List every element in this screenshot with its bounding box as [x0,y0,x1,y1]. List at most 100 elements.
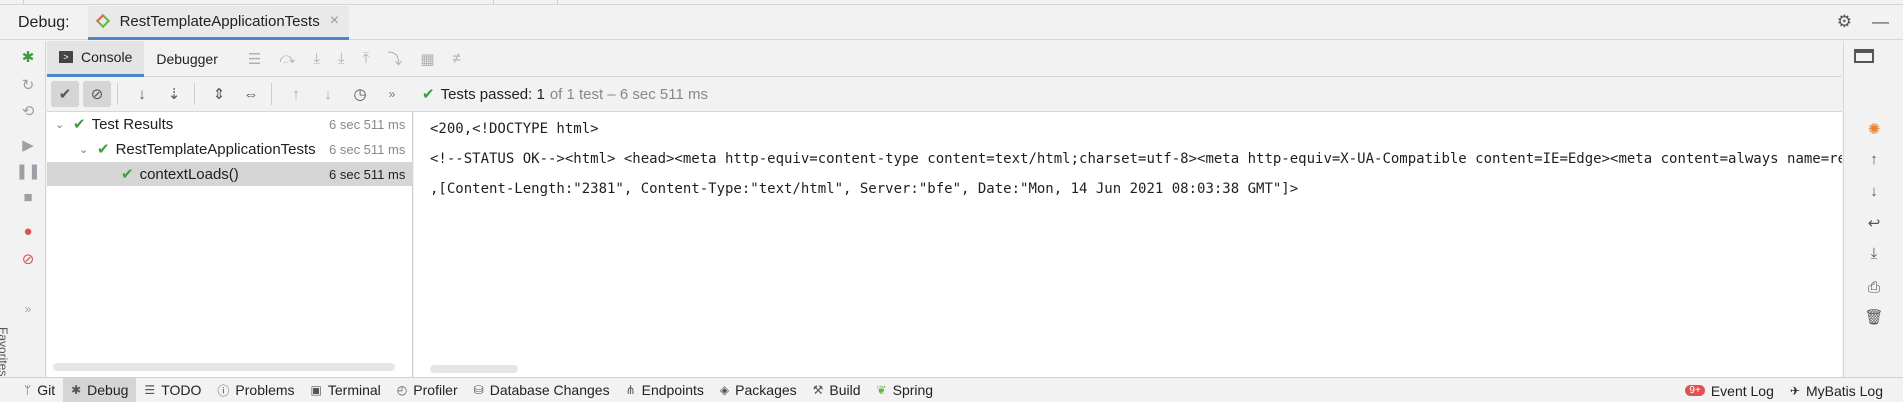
bottom-item-label: Database Changes [489,382,610,398]
step-into-icon[interactable]: ⤓ [313,50,320,67]
show-passed-icon[interactable]: ✔ [51,81,79,107]
tree-row-name: RestTemplateApplicationTests [115,140,316,158]
separator [194,83,195,105]
debug-subtabs: > Console Debugger ☰ ⤼ ⤓ ⤓ ⤒ ⤵ ▦ ≠ [47,40,1842,77]
run-to-cursor-icon[interactable]: ⤵ [387,48,402,69]
console-icon: > [59,51,73,63]
soft-wrap-icon[interactable]: ↩ [1864,213,1884,233]
bottom-item-label: MyBatis Log [1805,382,1883,399]
tree-row-time: 6 sec 511 ms [323,166,413,182]
run-config-icon [95,13,110,29]
console-line: <200,<!DOCTYPE html> [430,121,599,137]
collapse-all-icon[interactable]: ⇔ [237,81,265,107]
bottom-profiler[interactable]: ◴ Profiler [389,378,466,402]
chevron-down-icon[interactable]: ⌄ [79,143,91,156]
show-ignored-icon[interactable]: ⊘ [83,81,111,107]
bottom-item-label: Spring [892,382,934,398]
bottom-packages[interactable]: ◈ Packages [712,378,805,402]
gear-icon[interactable]: ⚙ [1837,12,1852,32]
trace-icon[interactable]: ≠ [453,50,461,67]
sort-by-duration-icon[interactable]: ⇣ [160,81,188,107]
bottom-event-log[interactable]: 9+ Event Log [1677,378,1781,402]
view-breakpoints-icon[interactable]: ● [18,221,38,241]
hammer-icon: ⚒ [812,383,824,397]
bottom-item-label: Problems [235,382,295,398]
tests-status: ✔ Tests passed: 1 of 1 test – 6 sec 511 … [422,85,708,104]
bottom-terminal[interactable]: ▣ Terminal [303,378,389,402]
stop-icon[interactable]: ■ [18,187,38,207]
bottom-mybatis-log[interactable]: ✈ MyBatis Log [1782,378,1891,402]
restore-layout-icon[interactable]: ⟲ [18,101,38,121]
bug-icon[interactable]: ✱ [18,47,38,67]
evaluate-icon[interactable]: ▦ [420,50,434,68]
bottom-debug[interactable]: ✱ Debug [63,377,137,402]
sort-alphabetically-icon[interactable]: ↓ [128,81,156,107]
tab-title: RestTemplateApplicationTests [119,12,320,30]
expand-all-icon[interactable]: ⇕ [205,81,233,107]
chevron-down-icon[interactable]: ⌄ [55,118,67,131]
bottom-item-label: Git [37,382,56,398]
force-step-into-icon[interactable]: ⤓ [338,50,345,67]
down-arrow-icon[interactable]: ↓ [1864,181,1884,201]
tree-row-method[interactable]: ✔ contextLoads() 6 sec 511 ms [47,162,413,186]
history-icon[interactable]: ◷ [346,81,374,107]
step-out-icon[interactable]: ⤒ [363,50,370,67]
more-icon[interactable]: » [378,81,406,107]
tree-row-root[interactable]: ⌄ ✔ Test Results 6 sec 511 ms [47,112,413,136]
tab-run-config[interactable]: RestTemplateApplicationTests × [87,5,350,40]
list-icon: ☰ [144,383,156,397]
left-toolbar: ✱ ↻ ⟲ ▶ ❚❚ ■ ● ⊘ Favorites » [0,41,46,377]
packages-icon: ◈ [719,383,730,397]
up-arrow-icon[interactable]: ↑ [1864,149,1884,169]
check-icon: ✔ [121,166,134,183]
bottom-item-label: Debug [87,382,129,398]
tab-console[interactable]: > Console [47,40,145,77]
mute-breakpoints-icon[interactable]: ⊘ [18,249,38,269]
more-icon[interactable]: » [18,299,38,319]
trash-icon[interactable]: 🗑 [1864,307,1884,327]
tab-debugger[interactable]: Debugger [144,41,230,77]
bottom-item-label: Endpoints [641,382,704,398]
bottom-problems[interactable]: ⓘ Problems [209,378,302,402]
top-strip-segment [24,0,494,5]
mybatis-bird-icon: ✈ [1789,383,1800,398]
close-icon[interactable]: × [330,12,339,30]
pause-icon[interactable]: ❚❚ [15,161,40,181]
check-icon: ✔ [73,116,86,133]
tab-console-label: Console [81,49,133,65]
terminal-icon: ▣ [310,383,322,397]
bottom-git[interactable]: ᛘ Git [16,378,63,402]
menu-icon[interactable]: ☰ [248,50,261,68]
next-failed-icon[interactable]: ↓ [314,81,342,107]
tests-passed-detail: of 1 test – 6 sec 511 ms [549,85,708,103]
previous-failed-icon[interactable]: ↑ [282,81,310,107]
favorites-label[interactable]: Favorites [0,327,10,376]
bottom-database-changes[interactable]: ⛁ Database Changes [466,378,618,402]
bottom-endpoints[interactable]: ⋔ Endpoints [618,378,712,402]
step-over-icon[interactable]: ⤼ [279,50,295,67]
info-icon: ⓘ [217,383,230,398]
rerun-icon[interactable]: ↻ [18,75,38,95]
bottom-right-items: 9+ Event Log ✈ MyBatis Log [1677,378,1903,402]
minimize-icon[interactable]: — [1872,12,1889,32]
bottom-build[interactable]: ⚒ Build [805,378,869,402]
layout-icon[interactable] [1854,49,1874,63]
print-icon[interactable]: ⎙ [1864,277,1884,297]
scroll-to-end-icon[interactable]: ⤓ [1864,243,1884,263]
bottom-spring[interactable]: ❦ Spring [869,378,942,402]
console-horizontal-scrollbar[interactable] [430,365,518,373]
bug-icon: ✱ [71,383,82,397]
separator [117,83,118,105]
tree-horizontal-scrollbar[interactable] [53,363,395,371]
check-icon: ✔ [422,86,435,103]
resume-icon[interactable]: ▶ [18,135,38,155]
ai-assistant-icon[interactable]: ✺ [1864,119,1884,139]
test-results-tree: ⌄ ✔ Test Results 6 sec 511 ms ⌄ ✔ RestTe… [47,112,413,377]
bottom-todo[interactable]: ☰ TODO [136,378,209,402]
profiler-icon: ◴ [396,383,408,397]
console-output[interactable]: <200,<!DOCTYPE html> <!--STATUS OK--><ht… [414,112,1842,377]
console-line: ,[Content-Length:"2381", Content-Type:"t… [430,181,1299,197]
console-line: <!--STATUS OK--><html> <head><meta http-… [430,151,1842,167]
bottom-tool-window-bar: ᛘ Git ✱ Debug ☰ TODO ⓘ Problems ▣ Terminal ◴ P… [0,377,1903,402]
tree-row-class[interactable]: ⌄ ✔ RestTemplateApplicationTests 6 sec 5… [47,137,413,161]
